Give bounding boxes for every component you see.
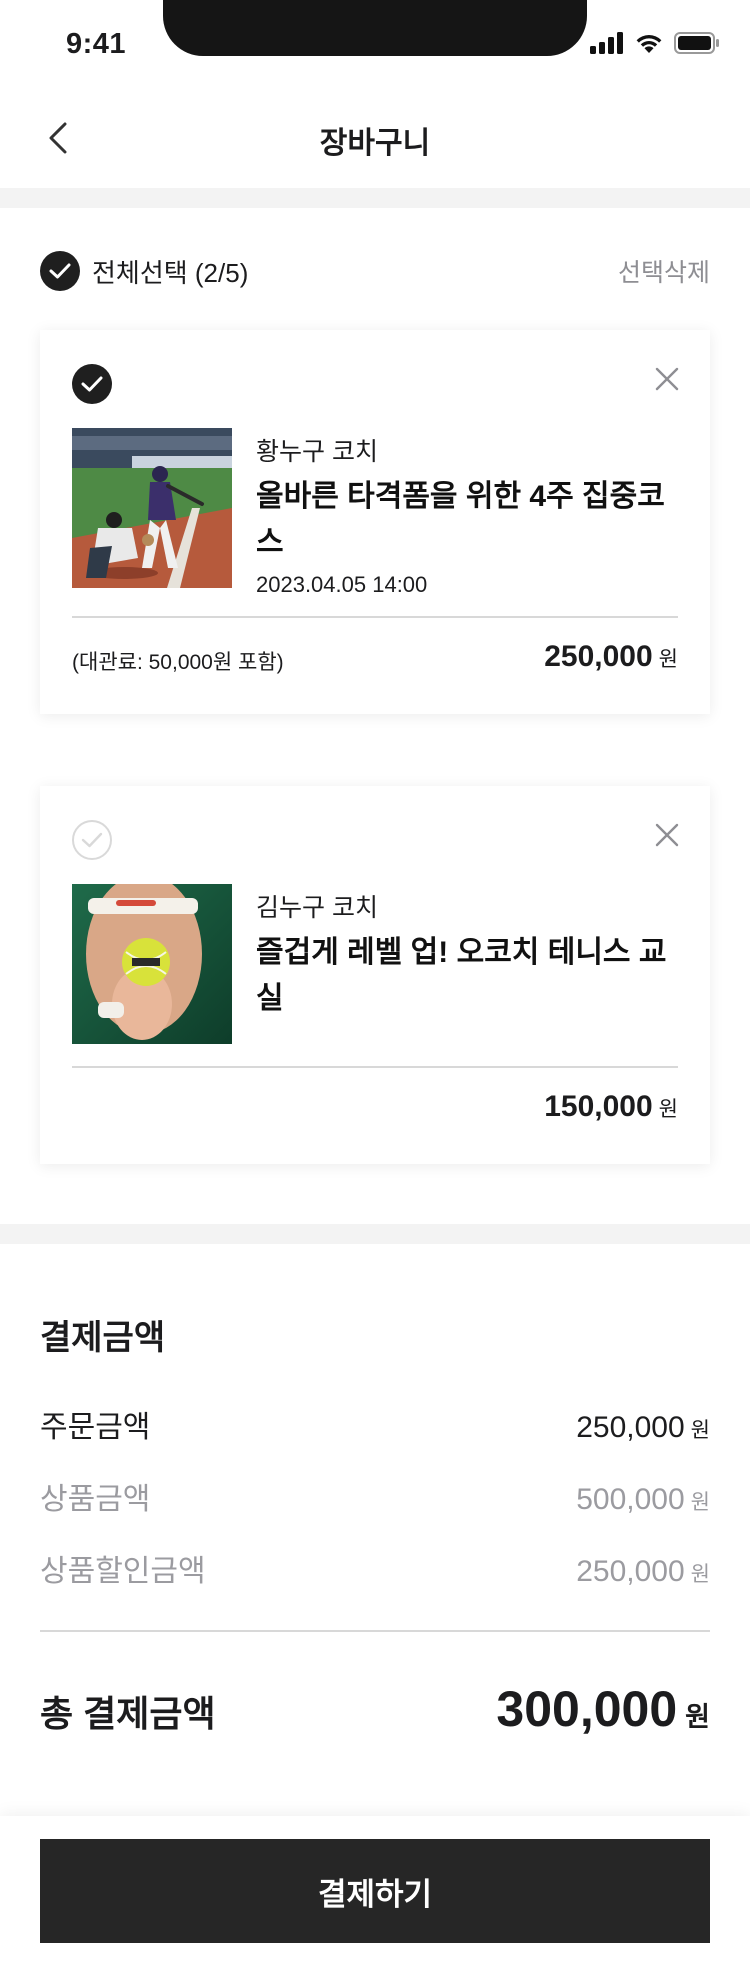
coach-name: 황누구 코치: [256, 438, 378, 466]
section-divider-band: [0, 1224, 750, 1244]
remove-item-button[interactable]: [652, 364, 682, 394]
item-price-unit: 원: [658, 648, 678, 671]
total-payment-label: 총 결제금액: [40, 1693, 216, 1734]
select-all-toggle[interactable]: 전체선택 (2/5): [40, 251, 248, 291]
cart-item-card: 황누구 코치 올바른 타격폼을 위한 4주 집중코스 2023.04.05 14…: [40, 330, 710, 714]
total-payment-value: 300,000 원: [496, 1680, 710, 1738]
summary-label: 상품금액: [40, 1483, 151, 1516]
wifi-icon: [636, 35, 662, 53]
item-price: 150,000 원: [544, 1090, 678, 1124]
checkout-bar: 결제하기: [0, 1816, 750, 1982]
select-all-checkbox[interactable]: [40, 251, 80, 291]
item-price-value: 250,000: [544, 640, 653, 673]
select-all-label: 전체선택 (2/5): [92, 257, 249, 288]
total-payment-row: 총 결제금액 300,000 원: [40, 1680, 710, 1738]
summary-amount: 250,000: [576, 1555, 685, 1588]
coach-name: 김누구 코치: [256, 894, 378, 922]
total-payment-amount: 300,000: [496, 1681, 678, 1737]
status-icons: [590, 32, 720, 54]
device-notch: [163, 0, 587, 56]
delete-selected-button[interactable]: 선택삭제: [618, 253, 710, 289]
summary-unit: 원: [690, 1419, 710, 1442]
checkout-button[interactable]: 결제하기: [40, 1839, 710, 1943]
summary-row-product-amount: 상품금액 500,000 원: [40, 1474, 710, 1517]
summary-amount: 250,000: [576, 1411, 685, 1444]
lesson-info: 황누구 코치 올바른 타격폼을 위한 4주 집중코스 2023.04.05 14…: [256, 432, 676, 598]
lesson-thumbnail: [72, 884, 232, 1044]
summary-divider: [40, 1630, 710, 1632]
summary-row-discount-amount: 상품할인금액 250,000 원: [40, 1546, 710, 1589]
check-icon: [81, 832, 103, 848]
summary-value: 250,000 원: [576, 1411, 710, 1445]
close-icon: [655, 823, 679, 847]
summary-label: 주문금액: [40, 1411, 151, 1444]
baseball-batter-photo: [72, 428, 232, 588]
item-divider: [72, 616, 678, 618]
payment-summary-title: 결제금액: [40, 1319, 166, 1357]
item-price-unit: 원: [658, 1098, 678, 1121]
item-price: 250,000 원: [544, 640, 678, 674]
check-icon: [49, 263, 71, 279]
status-bar: 9:41: [0, 0, 750, 88]
select-all-row: 전체선택 (2/5) 선택삭제: [40, 250, 710, 292]
item-checkbox[interactable]: [72, 820, 112, 860]
total-payment-unit: 원: [685, 1702, 710, 1732]
tennis-ball-photo: [72, 884, 232, 1044]
summary-unit: 원: [690, 1563, 710, 1586]
status-time: 9:41: [66, 28, 127, 60]
rental-fee-note: (대관료: 50,000원 포함): [72, 651, 284, 674]
navigation-bar: 장바구니: [0, 88, 750, 188]
remove-item-button[interactable]: [652, 820, 682, 850]
summary-unit: 원: [690, 1491, 710, 1514]
page-title: 장바구니: [319, 127, 431, 160]
summary-row-order-amount: 주문금액 250,000 원: [40, 1402, 710, 1445]
battery-icon: [674, 32, 719, 54]
cellular-signal-icon: [590, 32, 623, 54]
summary-value: 250,000 원: [576, 1555, 710, 1589]
lesson-date: 2023.04.05 14:00: [256, 572, 428, 597]
lesson-title: 즐겁게 레벨 업! 오코치 테니스 교실: [256, 936, 667, 1015]
lesson-info: 김누구 코치 즐겁게 레벨 업! 오코치 테니스 교실: [256, 888, 676, 1022]
item-price-value: 150,000: [544, 1090, 653, 1123]
lesson-title: 올바른 타격폼을 위한 4주 집중코스: [256, 480, 665, 559]
check-icon: [81, 376, 103, 392]
summary-value: 500,000 원: [576, 1483, 710, 1517]
section-divider-band: [0, 188, 750, 208]
close-icon: [655, 367, 679, 391]
item-checkbox[interactable]: [72, 364, 112, 404]
lesson-thumbnail: [72, 428, 232, 588]
cart-item-card: 김누구 코치 즐겁게 레벨 업! 오코치 테니스 교실 150,000 원: [40, 786, 710, 1164]
summary-amount: 500,000: [576, 1483, 685, 1516]
summary-label: 상품할인금액: [40, 1555, 206, 1588]
item-divider: [72, 1066, 678, 1068]
